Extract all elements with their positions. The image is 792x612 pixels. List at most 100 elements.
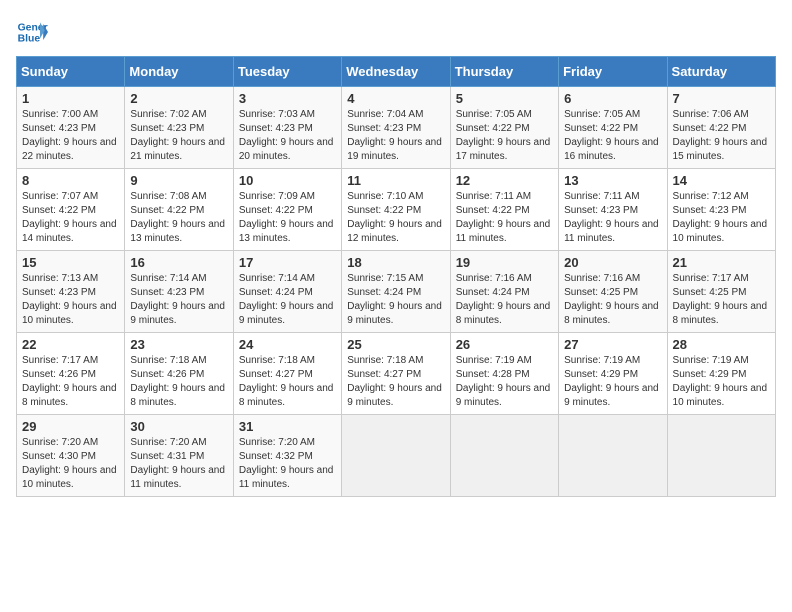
- svg-text:Blue: Blue: [18, 34, 41, 45]
- day-info: Sunrise: 7:04 AM Sunset: 4:23 PM Dayligh…: [347, 108, 444, 164]
- day-number: 3: [239, 91, 336, 106]
- calendar-cell: 28 Sunrise: 7:19 AM Sunset: 4:29 PM Dayl…: [667, 333, 775, 415]
- day-info: Sunrise: 7:13 AM Sunset: 4:23 PM Dayligh…: [22, 272, 119, 328]
- calendar-week-3: 15 Sunrise: 7:13 AM Sunset: 4:23 PM Dayl…: [17, 251, 776, 333]
- day-number: 28: [673, 337, 770, 352]
- calendar-week-1: 1 Sunrise: 7:00 AM Sunset: 4:23 PM Dayli…: [17, 87, 776, 169]
- day-info: Sunrise: 7:18 AM Sunset: 4:26 PM Dayligh…: [130, 354, 227, 410]
- day-info: Sunrise: 7:20 AM Sunset: 4:32 PM Dayligh…: [239, 436, 336, 492]
- logo: General Blue: [16, 16, 52, 48]
- day-number: 21: [673, 255, 770, 270]
- day-info: Sunrise: 7:09 AM Sunset: 4:22 PM Dayligh…: [239, 190, 336, 246]
- calendar-cell: 18 Sunrise: 7:15 AM Sunset: 4:24 PM Dayl…: [342, 251, 450, 333]
- day-info: Sunrise: 7:15 AM Sunset: 4:24 PM Dayligh…: [347, 272, 444, 328]
- day-number: 14: [673, 173, 770, 188]
- day-number: 30: [130, 419, 227, 434]
- day-number: 17: [239, 255, 336, 270]
- calendar-cell: 9 Sunrise: 7:08 AM Sunset: 4:22 PM Dayli…: [125, 169, 233, 251]
- col-header-sunday: Sunday: [17, 57, 125, 87]
- day-info: Sunrise: 7:06 AM Sunset: 4:22 PM Dayligh…: [673, 108, 770, 164]
- calendar-cell: 19 Sunrise: 7:16 AM Sunset: 4:24 PM Dayl…: [450, 251, 558, 333]
- calendar-week-4: 22 Sunrise: 7:17 AM Sunset: 4:26 PM Dayl…: [17, 333, 776, 415]
- day-info: Sunrise: 7:18 AM Sunset: 4:27 PM Dayligh…: [239, 354, 336, 410]
- calendar-cell: 27 Sunrise: 7:19 AM Sunset: 4:29 PM Dayl…: [559, 333, 667, 415]
- calendar-cell: 11 Sunrise: 7:10 AM Sunset: 4:22 PM Dayl…: [342, 169, 450, 251]
- day-number: 20: [564, 255, 661, 270]
- day-number: 9: [130, 173, 227, 188]
- calendar-cell: 24 Sunrise: 7:18 AM Sunset: 4:27 PM Dayl…: [233, 333, 341, 415]
- calendar-cell: 12 Sunrise: 7:11 AM Sunset: 4:22 PM Dayl…: [450, 169, 558, 251]
- day-number: 23: [130, 337, 227, 352]
- day-number: 31: [239, 419, 336, 434]
- calendar-week-2: 8 Sunrise: 7:07 AM Sunset: 4:22 PM Dayli…: [17, 169, 776, 251]
- col-header-saturday: Saturday: [667, 57, 775, 87]
- day-number: 6: [564, 91, 661, 106]
- calendar-cell: 21 Sunrise: 7:17 AM Sunset: 4:25 PM Dayl…: [667, 251, 775, 333]
- calendar-week-5: 29 Sunrise: 7:20 AM Sunset: 4:30 PM Dayl…: [17, 415, 776, 497]
- day-number: 19: [456, 255, 553, 270]
- col-header-thursday: Thursday: [450, 57, 558, 87]
- day-info: Sunrise: 7:14 AM Sunset: 4:24 PM Dayligh…: [239, 272, 336, 328]
- day-info: Sunrise: 7:20 AM Sunset: 4:30 PM Dayligh…: [22, 436, 119, 492]
- calendar-cell: [450, 415, 558, 497]
- day-number: 7: [673, 91, 770, 106]
- logo-icon: General Blue: [16, 16, 48, 48]
- day-number: 27: [564, 337, 661, 352]
- day-number: 2: [130, 91, 227, 106]
- calendar-cell: 14 Sunrise: 7:12 AM Sunset: 4:23 PM Dayl…: [667, 169, 775, 251]
- day-info: Sunrise: 7:03 AM Sunset: 4:23 PM Dayligh…: [239, 108, 336, 164]
- calendar-cell: 8 Sunrise: 7:07 AM Sunset: 4:22 PM Dayli…: [17, 169, 125, 251]
- calendar-cell: 25 Sunrise: 7:18 AM Sunset: 4:27 PM Dayl…: [342, 333, 450, 415]
- header: General Blue: [16, 16, 776, 48]
- day-info: Sunrise: 7:18 AM Sunset: 4:27 PM Dayligh…: [347, 354, 444, 410]
- day-info: Sunrise: 7:02 AM Sunset: 4:23 PM Dayligh…: [130, 108, 227, 164]
- calendar-cell: 3 Sunrise: 7:03 AM Sunset: 4:23 PM Dayli…: [233, 87, 341, 169]
- calendar-cell: 6 Sunrise: 7:05 AM Sunset: 4:22 PM Dayli…: [559, 87, 667, 169]
- calendar-cell: 23 Sunrise: 7:18 AM Sunset: 4:26 PM Dayl…: [125, 333, 233, 415]
- calendar-cell: 4 Sunrise: 7:04 AM Sunset: 4:23 PM Dayli…: [342, 87, 450, 169]
- calendar-cell: [667, 415, 775, 497]
- calendar-cell: 31 Sunrise: 7:20 AM Sunset: 4:32 PM Dayl…: [233, 415, 341, 497]
- day-info: Sunrise: 7:16 AM Sunset: 4:25 PM Dayligh…: [564, 272, 661, 328]
- calendar-cell: [342, 415, 450, 497]
- day-number: 11: [347, 173, 444, 188]
- col-header-monday: Monday: [125, 57, 233, 87]
- col-header-tuesday: Tuesday: [233, 57, 341, 87]
- calendar-cell: 16 Sunrise: 7:14 AM Sunset: 4:23 PM Dayl…: [125, 251, 233, 333]
- calendar-cell: 15 Sunrise: 7:13 AM Sunset: 4:23 PM Dayl…: [17, 251, 125, 333]
- day-number: 8: [22, 173, 119, 188]
- calendar-cell: 7 Sunrise: 7:06 AM Sunset: 4:22 PM Dayli…: [667, 87, 775, 169]
- calendar-cell: 26 Sunrise: 7:19 AM Sunset: 4:28 PM Dayl…: [450, 333, 558, 415]
- day-info: Sunrise: 7:08 AM Sunset: 4:22 PM Dayligh…: [130, 190, 227, 246]
- calendar-cell: 29 Sunrise: 7:20 AM Sunset: 4:30 PM Dayl…: [17, 415, 125, 497]
- day-info: Sunrise: 7:19 AM Sunset: 4:29 PM Dayligh…: [673, 354, 770, 410]
- calendar-cell: 5 Sunrise: 7:05 AM Sunset: 4:22 PM Dayli…: [450, 87, 558, 169]
- day-number: 24: [239, 337, 336, 352]
- day-number: 10: [239, 173, 336, 188]
- calendar-header-row: SundayMondayTuesdayWednesdayThursdayFrid…: [17, 57, 776, 87]
- day-info: Sunrise: 7:19 AM Sunset: 4:29 PM Dayligh…: [564, 354, 661, 410]
- day-info: Sunrise: 7:00 AM Sunset: 4:23 PM Dayligh…: [22, 108, 119, 164]
- calendar-cell: 22 Sunrise: 7:17 AM Sunset: 4:26 PM Dayl…: [17, 333, 125, 415]
- col-header-wednesday: Wednesday: [342, 57, 450, 87]
- calendar-cell: 30 Sunrise: 7:20 AM Sunset: 4:31 PM Dayl…: [125, 415, 233, 497]
- calendar-cell: 13 Sunrise: 7:11 AM Sunset: 4:23 PM Dayl…: [559, 169, 667, 251]
- day-number: 25: [347, 337, 444, 352]
- calendar-cell: 20 Sunrise: 7:16 AM Sunset: 4:25 PM Dayl…: [559, 251, 667, 333]
- day-info: Sunrise: 7:07 AM Sunset: 4:22 PM Dayligh…: [22, 190, 119, 246]
- day-info: Sunrise: 7:17 AM Sunset: 4:26 PM Dayligh…: [22, 354, 119, 410]
- day-number: 1: [22, 91, 119, 106]
- day-number: 18: [347, 255, 444, 270]
- calendar-cell: 17 Sunrise: 7:14 AM Sunset: 4:24 PM Dayl…: [233, 251, 341, 333]
- day-number: 4: [347, 91, 444, 106]
- calendar-cell: [559, 415, 667, 497]
- day-number: 13: [564, 173, 661, 188]
- day-number: 29: [22, 419, 119, 434]
- day-number: 15: [22, 255, 119, 270]
- day-info: Sunrise: 7:17 AM Sunset: 4:25 PM Dayligh…: [673, 272, 770, 328]
- day-number: 22: [22, 337, 119, 352]
- day-info: Sunrise: 7:14 AM Sunset: 4:23 PM Dayligh…: [130, 272, 227, 328]
- day-info: Sunrise: 7:11 AM Sunset: 4:23 PM Dayligh…: [564, 190, 661, 246]
- col-header-friday: Friday: [559, 57, 667, 87]
- day-info: Sunrise: 7:16 AM Sunset: 4:24 PM Dayligh…: [456, 272, 553, 328]
